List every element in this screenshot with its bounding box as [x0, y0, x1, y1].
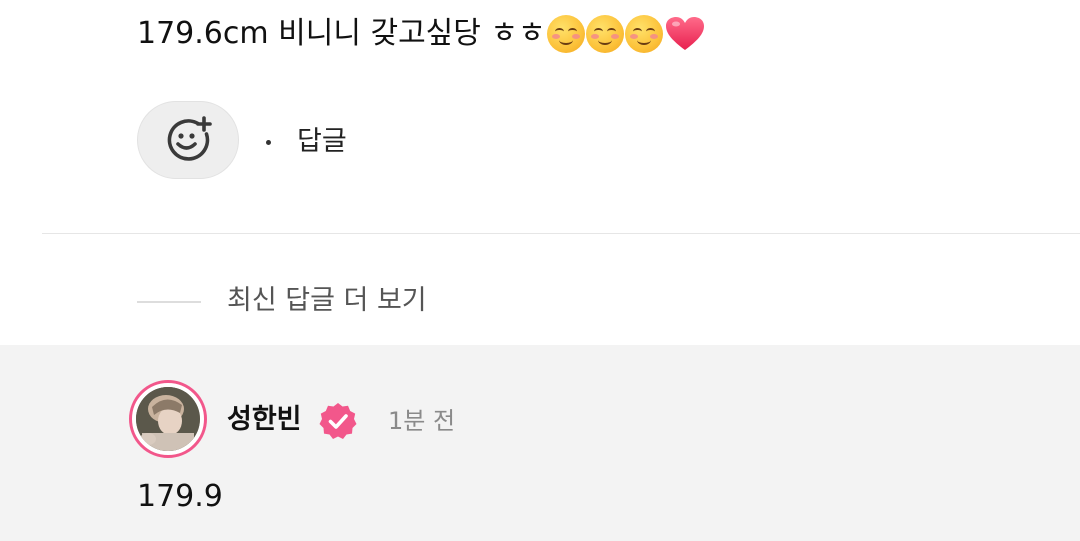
smiling-face-icon	[624, 15, 663, 53]
comment-thread: 179.6cm 비니니 갖고싶당 ㅎㅎ 답글 최신 답글 더 보기 성한빈 1분…	[0, 0, 1080, 541]
comment-body: 179.6cm 비니니 갖고싶당 ㅎㅎ	[137, 12, 705, 56]
reply-author[interactable]: 성한빈	[227, 400, 302, 440]
smiling-face-icon	[585, 15, 624, 53]
verified-badge-icon	[319, 403, 357, 439]
avatar[interactable]	[129, 380, 207, 458]
reply-timestamp: 1분 전	[388, 407, 456, 435]
divider	[42, 233, 1080, 234]
smiling-face-icon	[546, 15, 585, 53]
add-reaction-button[interactable]	[137, 101, 239, 179]
reply-text: 179.9	[137, 479, 223, 514]
more-replies-line	[137, 301, 201, 303]
reply-item: 성한빈 1분 전 179.9	[0, 345, 1080, 541]
avatar-image	[136, 387, 200, 451]
more-replies-link[interactable]: 최신 답글 더 보기	[227, 281, 427, 321]
heart-icon	[665, 17, 704, 50]
reply-button[interactable]: 답글	[297, 122, 347, 162]
separator-dot	[266, 140, 271, 145]
add-emoji-icon	[167, 116, 212, 161]
comment-text: 179.6cm 비니니 갖고싶당 ㅎㅎ	[137, 16, 546, 51]
